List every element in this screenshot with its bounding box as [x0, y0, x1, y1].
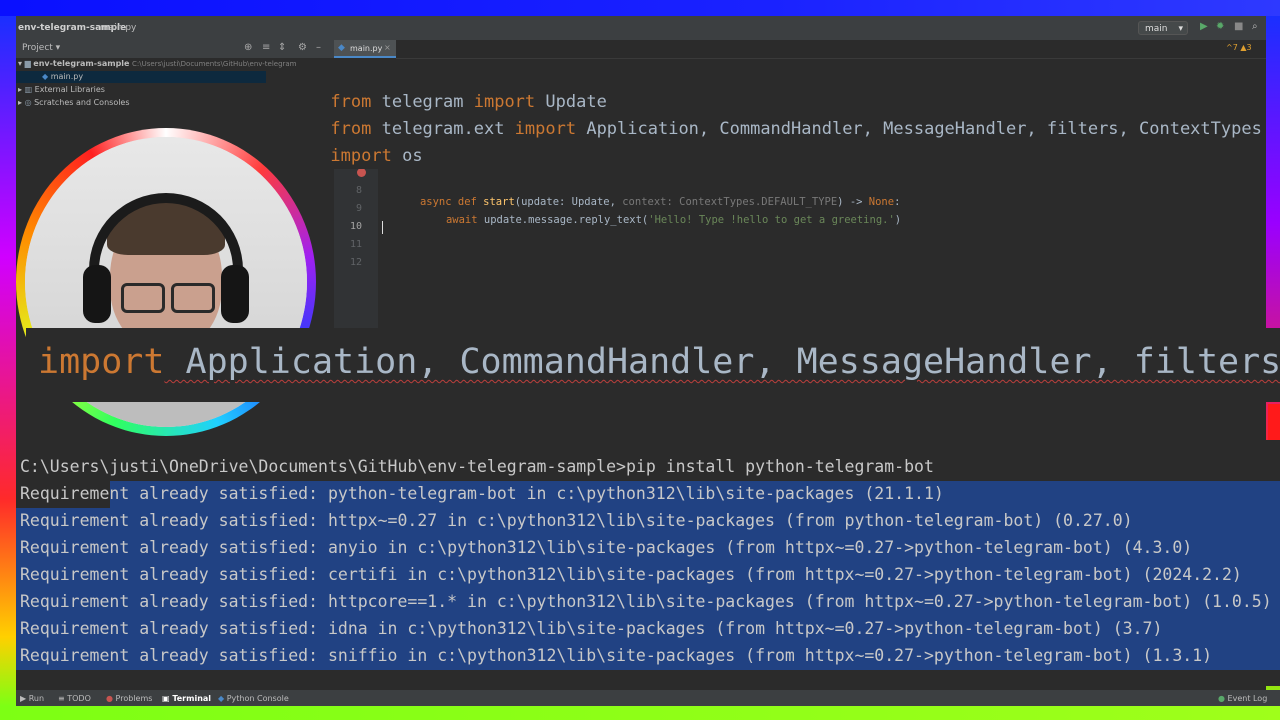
- frame-top: [0, 0, 1280, 16]
- terminal-line: Requirement already satisfied: certifi i…: [20, 565, 1242, 584]
- frame-bottom: [0, 706, 1280, 720]
- chevron-down-icon: ▾: [1178, 24, 1183, 34]
- zoomed-code-overlay: from telegram import Update from telegra…: [266, 69, 1266, 169]
- tree-item-path: C:\Users\justi\Documents\GitHub\env-tele…: [132, 60, 297, 68]
- expand-all-icon[interactable]: ≡: [262, 42, 270, 53]
- banner-text: import Application, CommandHandler, Mess…: [38, 342, 1280, 382]
- search-icon[interactable]: ⌕: [1252, 22, 1262, 32]
- scratches-icon: ◎: [24, 98, 32, 107]
- line-number: 8: [355, 185, 362, 196]
- run-icon[interactable]: ▶: [1200, 22, 1210, 32]
- line-number: 12: [349, 257, 362, 268]
- code-line-9: await update.message.reply_text('Hello! …: [445, 214, 902, 226]
- inspection-indicator[interactable]: ^7 ▲3: [1226, 43, 1252, 52]
- tool-run[interactable]: ▶ Run: [20, 694, 44, 703]
- terminal-line: Requirement already satisfied: python-te…: [20, 484, 944, 503]
- chevron-right-icon: ▸: [18, 98, 23, 107]
- tree-item-external-libraries[interactable]: ▸ ▥ External Libraries: [18, 84, 105, 96]
- tree-item-label: main.py: [50, 72, 84, 81]
- frame-accent: [1268, 404, 1280, 440]
- terminal-line: Requirement already satisfied: httpcore=…: [20, 592, 1272, 611]
- tool-python-console[interactable]: ◆ Python Console: [218, 694, 289, 703]
- collapse-all-icon[interactable]: ⇕: [278, 42, 286, 53]
- branch-label: main: [1145, 24, 1168, 34]
- project-view-selector[interactable]: Project ▾: [22, 43, 60, 53]
- chevron-down-icon: ▾: [18, 59, 23, 68]
- hide-icon[interactable]: –: [316, 42, 321, 53]
- debug-icon[interactable]: ✹: [1216, 22, 1226, 32]
- python-icon: ◆: [218, 694, 225, 703]
- terminal-line: Requirement already satisfied: idna in c…: [20, 619, 1163, 638]
- event-log-icon: ●: [1218, 694, 1225, 703]
- locate-icon[interactable]: ⊕: [244, 42, 252, 53]
- library-icon: ▥: [24, 85, 33, 94]
- tree-item-label: External Libraries: [34, 85, 105, 94]
- terminal-line: C:\Users\justi\OneDrive\Documents\GitHub…: [20, 457, 934, 476]
- navigation-bar: env-telegram-sample main.py main ▾ ▶ ✹ ■…: [16, 16, 1266, 41]
- tool-todo[interactable]: ≡ TODO: [58, 694, 91, 703]
- tab-main-py[interactable]: ◆ main.py ×: [334, 40, 396, 58]
- zoomed-import-banner: import Application, CommandHandler, Mess…: [26, 328, 1280, 402]
- tool-problems[interactable]: ● Problems: [106, 694, 152, 703]
- terminal-line: Requirement already satisfied: sniffio i…: [20, 646, 1213, 665]
- project-panel-header: Project ▾ ⊕ ≡ ⇕ ⚙ –: [16, 40, 334, 58]
- code-editor[interactable]: async def start(update: Update, context:…: [378, 164, 1266, 344]
- terminal-icon: ▣: [162, 694, 170, 703]
- tree-item-scratches[interactable]: ▸ ◎ Scratches and Consoles: [18, 97, 130, 109]
- terminal-line: Requirement already satisfied: anyio in …: [20, 538, 1193, 557]
- stop-icon[interactable]: ■: [1234, 22, 1244, 32]
- text-caret: [382, 221, 383, 234]
- editor-tab-strip: [396, 40, 1266, 59]
- tree-item-label: Scratches and Consoles: [34, 98, 130, 107]
- tree-item-project-root[interactable]: ▾ ▆ env-telegram-sample C:\Users\justi\D…: [18, 58, 297, 70]
- close-icon[interactable]: ×: [384, 43, 391, 52]
- gear-icon[interactable]: ⚙: [298, 42, 307, 53]
- frame-left: [0, 16, 16, 706]
- folder-icon: ▆: [24, 59, 31, 68]
- tab-label: main.py: [350, 44, 383, 53]
- breadcrumb-file[interactable]: main.py: [100, 23, 136, 33]
- line-number: 9: [355, 203, 362, 214]
- warning-icon: ●: [106, 694, 113, 703]
- line-number: 10: [349, 221, 362, 232]
- tool-event-log[interactable]: ● Event Log: [1218, 694, 1267, 703]
- line-number: 11: [349, 239, 362, 250]
- branch-selector[interactable]: main ▾: [1138, 21, 1188, 35]
- list-icon: ≡: [58, 694, 65, 703]
- run-icon: ▶: [20, 694, 27, 703]
- terminal-line: Requirement already satisfied: httpx~=0.…: [20, 511, 1133, 530]
- python-file-icon: ◆: [338, 43, 345, 53]
- python-file-icon: ◆: [42, 72, 49, 81]
- tree-item-label: env-telegram-sample: [33, 59, 130, 68]
- tool-terminal[interactable]: ▣ Terminal: [162, 694, 211, 703]
- tool-window-bar: ▶ Run ≡ TODO ● Problems ▣ Terminal ◆ Pyt…: [16, 690, 1280, 706]
- terminal-panel[interactable]: C:\Users\justi\OneDrive\Documents\GitHub…: [16, 440, 1280, 686]
- chevron-right-icon: ▸: [18, 85, 23, 94]
- line-number-gutter[interactable]: 7 8 9 10 11 12: [334, 164, 378, 344]
